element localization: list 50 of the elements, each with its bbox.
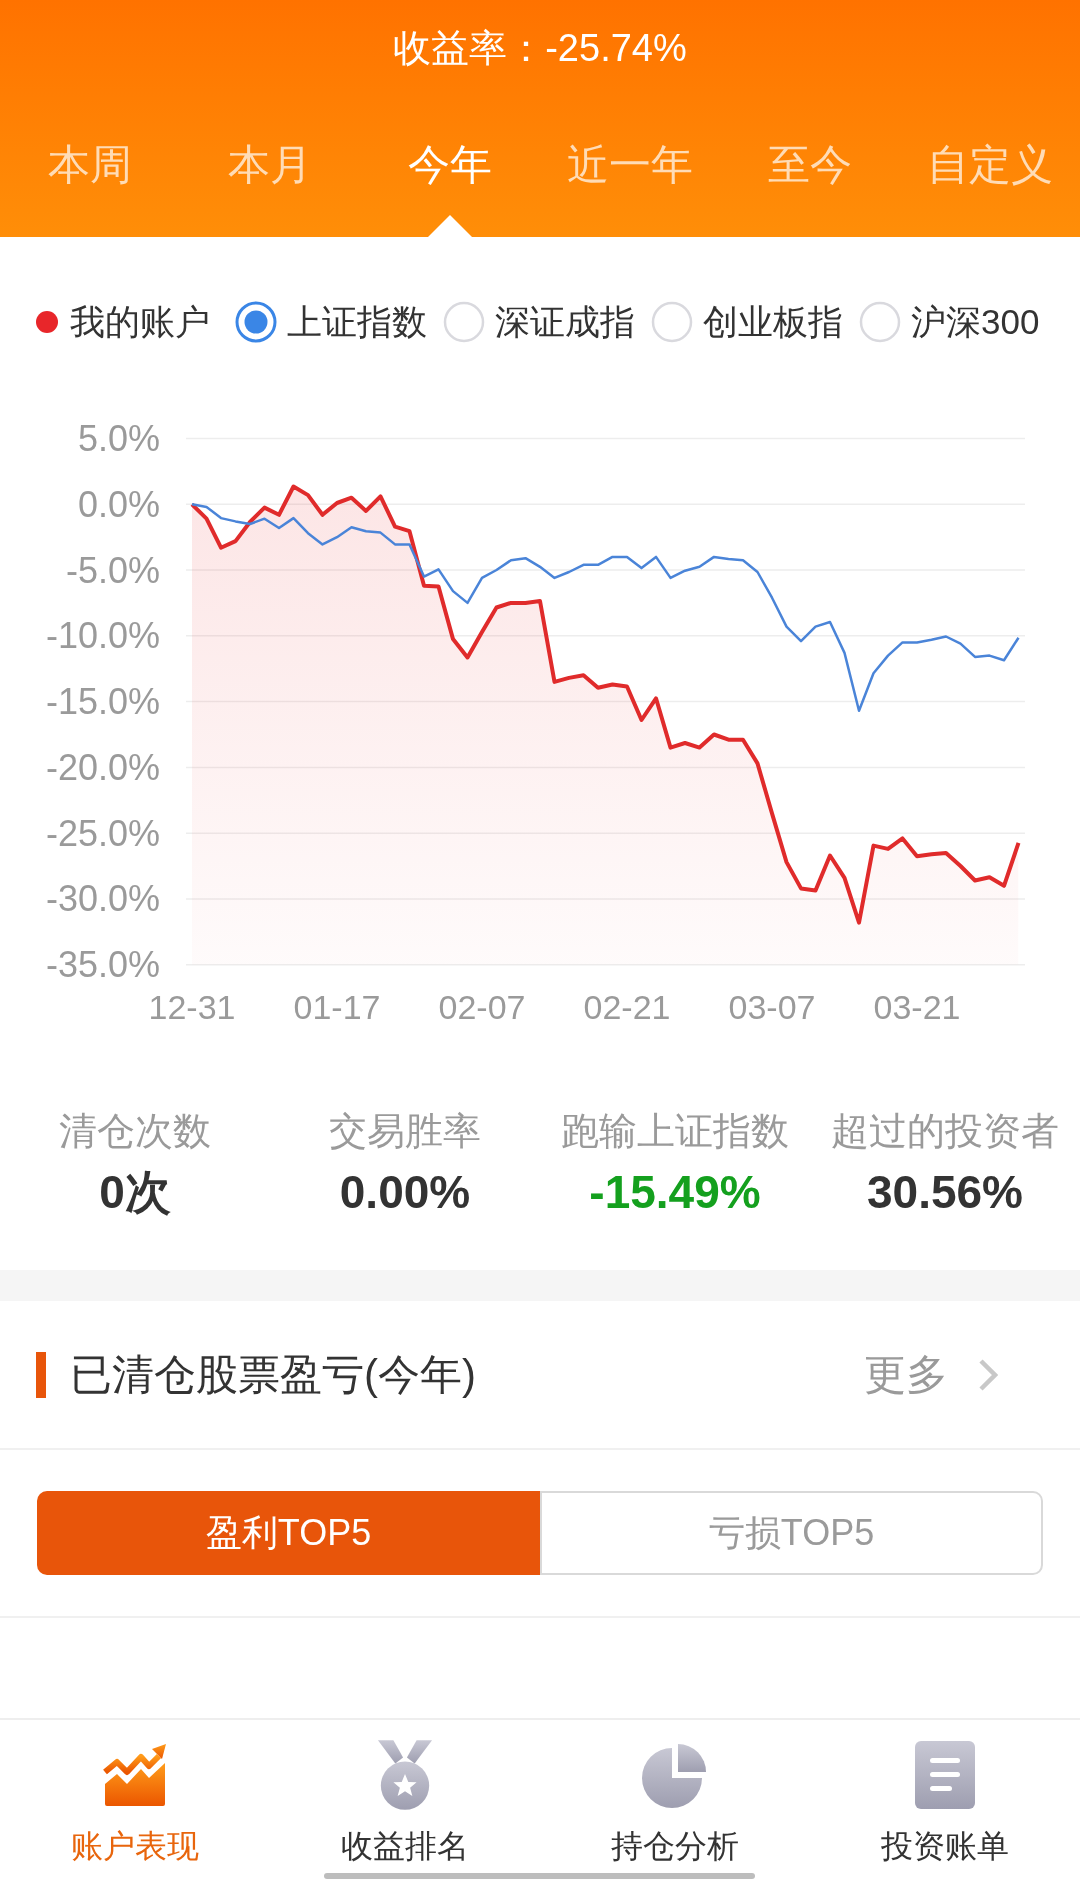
y-axis-label: 0.0% — [77, 483, 160, 525]
tab-pointer-icon — [428, 215, 472, 237]
benchmark-option[interactable]: 沪深300 — [859, 301, 1040, 343]
ranking-toggle[interactable]: 亏损TOP5 — [540, 1491, 1043, 1575]
benchmark-option[interactable]: 创业板指 — [651, 301, 843, 343]
stat-label: 清仓次数 — [59, 1109, 211, 1154]
more-link[interactable]: 更多 — [864, 1349, 998, 1400]
return-rate-title: 收益率：-25.74% — [393, 26, 687, 71]
benchmark-option[interactable]: 深证成指 — [443, 301, 635, 343]
accent-bar — [36, 1351, 46, 1398]
y-axis-label: -30.0% — [45, 878, 160, 920]
y-axis-label: -15.0% — [45, 681, 160, 723]
stat-label: 超过的投资者 — [831, 1109, 1059, 1154]
stat-value: 0.00% — [339, 1165, 471, 1220]
x-axis-label: 02-21 — [583, 988, 671, 1026]
period-tab[interactable]: 至今 — [720, 115, 900, 237]
benchmark-option[interactable]: 上证指数 — [235, 301, 427, 343]
period-tab[interactable]: 本月 — [180, 115, 360, 237]
bottom-nav-item[interactable]: 账户表现 — [0, 1720, 270, 1884]
x-axis-label: 03-07 — [728, 988, 816, 1026]
bottom-nav-item[interactable]: 持仓分析 — [540, 1720, 810, 1884]
chevron-right-icon — [978, 1357, 998, 1392]
ranking-toggle[interactable]: 盈利TOP5 — [37, 1491, 540, 1575]
period-tab[interactable]: 今年 — [360, 115, 540, 237]
x-axis-label: 02-07 — [438, 988, 526, 1026]
y-axis-label: -35.0% — [45, 944, 160, 986]
stat-label: 交易胜率 — [329, 1109, 481, 1154]
y-axis-label: -10.0% — [45, 615, 160, 657]
period-tab[interactable]: 自定义 — [900, 115, 1080, 237]
stat-value: -15.49% — [589, 1165, 761, 1220]
stat-value: 30.56% — [867, 1165, 1023, 1220]
x-axis-label: 03-21 — [873, 988, 961, 1026]
period-tab[interactable]: 近一年 — [540, 115, 720, 237]
stat-value: 0次 — [99, 1165, 171, 1220]
y-axis-label: -25.0% — [45, 812, 160, 854]
y-axis-label: -20.0% — [45, 746, 160, 788]
section-title: 已清仓股票盈亏(今年) — [70, 1349, 476, 1400]
bottom-nav-item[interactable]: 投资账单 — [810, 1720, 1080, 1884]
bottom-nav-item[interactable]: 收益排名 — [270, 1720, 540, 1884]
trend-chart-icon — [103, 1744, 167, 1806]
stat-label: 跑输上证指数 — [561, 1109, 789, 1154]
document-icon — [915, 1741, 975, 1809]
legend-label: 我的账户 — [70, 301, 210, 343]
y-axis-label: -5.0% — [65, 549, 160, 591]
x-axis-label: 01-17 — [293, 988, 381, 1026]
pie-chart-icon — [642, 1742, 708, 1808]
period-tab[interactable]: 本周 — [0, 115, 180, 237]
x-axis-label: 12-31 — [148, 988, 236, 1026]
medal-icon — [376, 1740, 434, 1810]
y-axis-label: 5.0% — [77, 418, 160, 459]
